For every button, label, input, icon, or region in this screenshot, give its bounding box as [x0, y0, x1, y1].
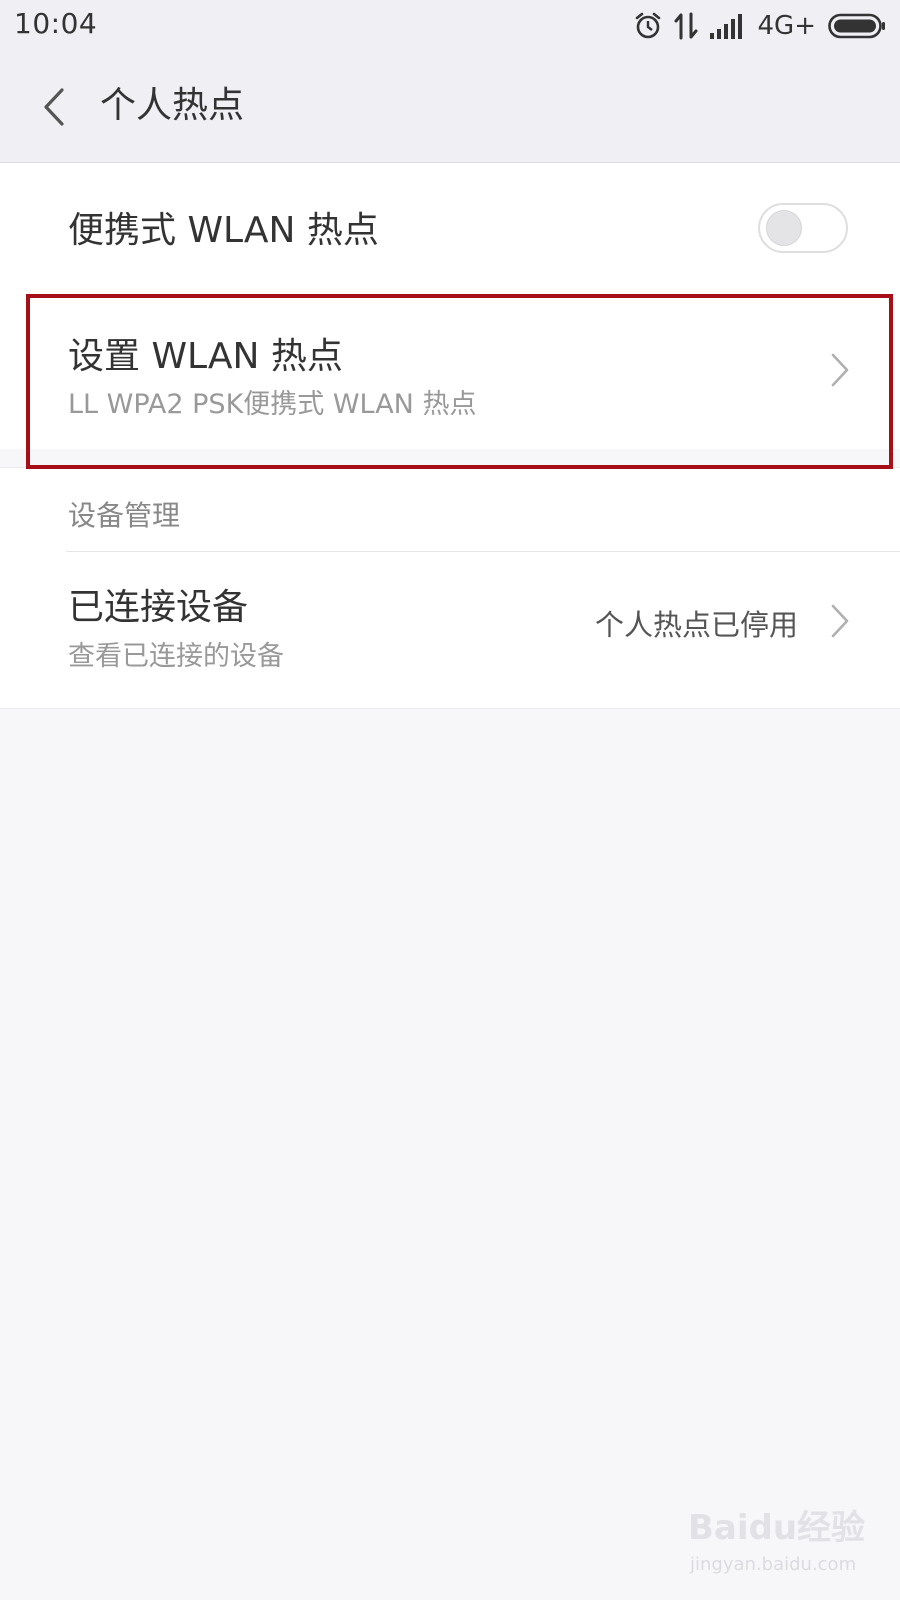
- back-button[interactable]: [30, 80, 78, 134]
- status-bar: 10:04 4G+: [0, 0, 900, 52]
- signal-icon: [709, 14, 742, 39]
- chevron-right-icon: [831, 604, 849, 638]
- hotspot-status-value: 个人热点已停用: [594, 608, 798, 642]
- alarm-icon: [635, 12, 660, 39]
- connected-devices-label: 已连接设备: [68, 587, 249, 628]
- chevron-right-icon: [831, 353, 849, 387]
- data-transfer-icon: [674, 12, 698, 40]
- page-title: 个人热点: [100, 85, 245, 126]
- portable-hotspot-toggle[interactable]: [758, 203, 848, 253]
- portable-hotspot-row[interactable]: 便携式 WLAN 热点: [0, 163, 900, 289]
- network-type: 4G+: [757, 11, 816, 41]
- watermark-brand: Baidu经验: [688, 1508, 866, 1548]
- portable-hotspot-label: 便携式 WLAN 热点: [68, 210, 379, 251]
- device-management-card: 设备管理 已连接设备 查看已连接的设备 个人热点已停用: [0, 467, 900, 709]
- chevron-left-icon: [44, 88, 64, 126]
- connected-devices-subtitle: 查看已连接的设备: [68, 641, 284, 672]
- status-time: 10:04: [14, 7, 98, 40]
- toggle-knob: [766, 210, 802, 246]
- setup-hotspot-label: 设置 WLAN 热点: [68, 336, 343, 377]
- battery-icon: [828, 13, 885, 39]
- baidu-watermark: Baidu经验 jingyan.baidu.com: [688, 1500, 865, 1590]
- setup-hotspot-row[interactable]: 设置 WLAN 热点 LL WPA2 PSK便携式 WLAN 热点: [0, 289, 900, 449]
- hotspot-settings-card: 便携式 WLAN 热点 设置 WLAN 热点 LL WPA2 PSK便携式 WL…: [0, 163, 900, 449]
- connected-devices-row[interactable]: 已连接设备 查看已连接的设备 个人热点已停用: [0, 552, 900, 707]
- setup-hotspot-subtitle: LL WPA2 PSK便携式 WLAN 热点: [68, 389, 477, 420]
- status-icons: 4G+: [634, 9, 886, 43]
- device-section-header: 设备管理: [68, 499, 181, 532]
- title-bar: 个人热点: [0, 52, 900, 163]
- watermark-url: jingyan.baidu.com: [690, 1554, 857, 1575]
